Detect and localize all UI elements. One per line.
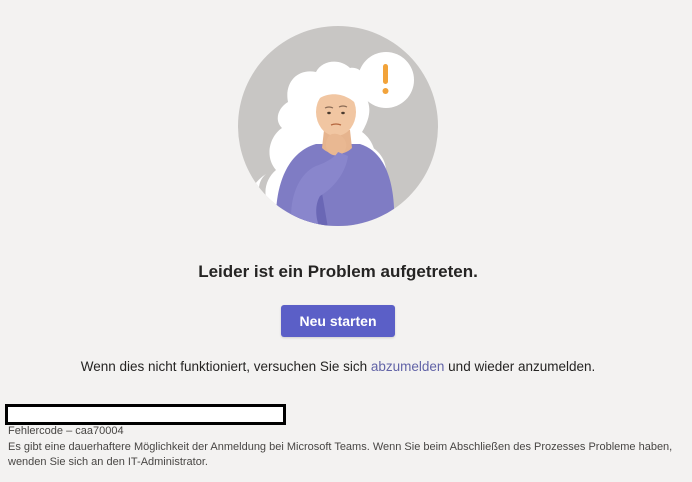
redacted-bar <box>5 404 286 425</box>
restart-button[interactable]: Neu starten <box>281 305 395 337</box>
page-title: Leider ist ein Problem aufgetreten. <box>198 262 478 281</box>
confused-person-thinking-icon <box>236 24 440 228</box>
error-code: Fehlercode – caa70004 <box>8 425 124 437</box>
hint-text-before: Wenn dies nicht funktioniert, versuchen … <box>80 359 371 374</box>
sign-out-link[interactable]: abzumelden <box>371 359 445 374</box>
error-description: Es gibt eine dauerhaftere Möglichkeit de… <box>8 441 673 468</box>
hint-text-after: und wieder anzumelden. <box>444 359 596 374</box>
sign-out-hint: Wenn dies nicht funktioniert, versuchen … <box>0 359 676 374</box>
